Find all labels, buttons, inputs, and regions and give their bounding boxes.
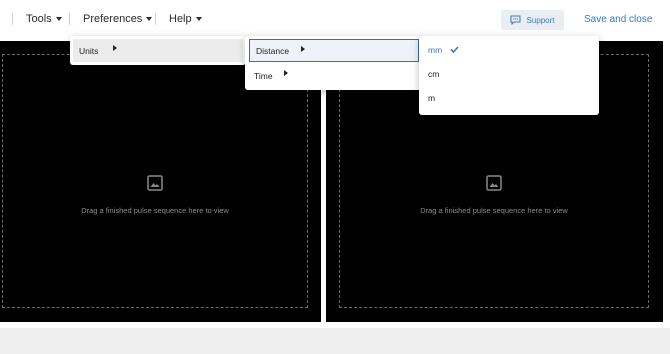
menu-help-label: Help bbox=[169, 13, 192, 25]
bottom-strip bbox=[0, 328, 670, 354]
support-button[interactable]: Support bbox=[501, 10, 564, 30]
menu-preferences-label: Preferences bbox=[83, 13, 143, 25]
menu-tools[interactable]: Tools bbox=[26, 13, 62, 25]
viewer-placeholder: Drag a finished pulse sequence here to v… bbox=[340, 175, 648, 215]
menu-tools-label: Tools bbox=[26, 13, 52, 25]
menu-item-distance[interactable]: Distance bbox=[249, 39, 419, 62]
menu-item-label: cm bbox=[428, 68, 440, 79]
chevron-right-icon bbox=[113, 45, 117, 51]
chevron-down-icon bbox=[146, 17, 153, 21]
save-and-close-button[interactable]: Save and close bbox=[584, 14, 652, 25]
chevron-down-icon bbox=[55, 17, 62, 21]
viewer-placeholder-text: Drag a finished pulse sequence here to v… bbox=[81, 206, 229, 215]
menu-help[interactable]: Help bbox=[169, 13, 202, 25]
preferences-menu: Units bbox=[70, 36, 246, 65]
image-icon bbox=[147, 175, 163, 196]
chevron-right-icon bbox=[301, 46, 305, 52]
menu-item-units[interactable]: Units bbox=[73, 39, 243, 62]
menu-item-cm[interactable]: cm bbox=[422, 62, 596, 85]
menu-separator bbox=[69, 13, 70, 25]
units-menu: Distance Time bbox=[245, 36, 421, 90]
menu-item-mm[interactable]: mm bbox=[422, 38, 596, 61]
menu-preferences[interactable]: Preferences bbox=[83, 13, 153, 25]
menu-item-m[interactable]: m bbox=[422, 86, 596, 109]
menu-item-time[interactable]: Time bbox=[248, 64, 418, 87]
menu-separator bbox=[155, 13, 156, 25]
chevron-down-icon bbox=[195, 17, 202, 21]
menu-item-label: Distance bbox=[256, 45, 290, 56]
viewer-placeholder: Drag a finished pulse sequence here to v… bbox=[3, 175, 307, 215]
chevron-right-icon bbox=[284, 70, 288, 76]
image-icon bbox=[486, 175, 502, 196]
app-window: Tools Preferences Help Support Save and … bbox=[0, 0, 670, 354]
viewer-placeholder-text: Drag a finished pulse sequence here to v… bbox=[420, 206, 568, 215]
menu-item-label: Units bbox=[79, 45, 99, 56]
checkmark-icon bbox=[450, 45, 459, 55]
distance-menu: mm cm m bbox=[419, 36, 599, 115]
menu-item-label: mm bbox=[428, 44, 443, 55]
support-label: Support bbox=[526, 15, 555, 25]
menu-item-label: Time bbox=[254, 70, 273, 81]
top-toolbar: Tools Preferences Help Support Save and … bbox=[0, 0, 670, 40]
drop-zone[interactable]: Drag a finished pulse sequence here to v… bbox=[2, 54, 308, 308]
menu-item-label: m bbox=[428, 92, 436, 103]
chat-icon bbox=[510, 15, 521, 25]
menu-separator bbox=[12, 13, 13, 25]
